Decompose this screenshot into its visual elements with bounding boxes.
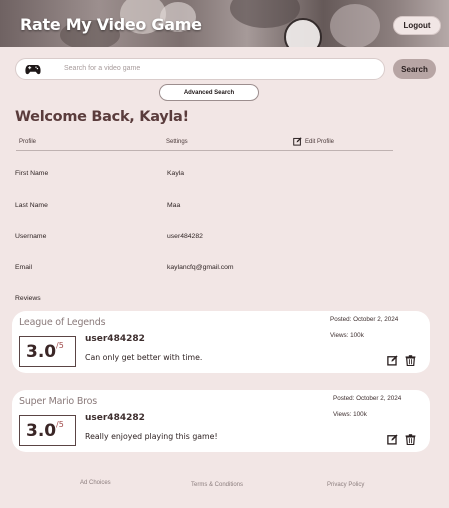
tab-profile[interactable]: Profile bbox=[19, 139, 36, 145]
logout-button[interactable]: Logout bbox=[393, 16, 441, 35]
score-value: 3.0 bbox=[26, 342, 57, 362]
gamepad-icon bbox=[25, 65, 41, 75]
score-box: 3.0 /5 bbox=[19, 415, 76, 446]
header-banner: Rate My Video Game Logout bbox=[0, 0, 449, 47]
soccer-ball-art bbox=[284, 18, 322, 47]
review-username: user484282 bbox=[85, 413, 145, 423]
trash-icon[interactable] bbox=[405, 434, 416, 445]
tabs-divider bbox=[16, 150, 393, 151]
footer-ad-choices-link[interactable]: Ad Choices bbox=[80, 480, 111, 486]
edit-profile-link[interactable]: Edit Profile bbox=[293, 137, 334, 146]
reviews-heading: Reviews bbox=[15, 295, 41, 302]
review-posted-date: Posted: October 2, 2024 bbox=[330, 316, 399, 323]
review-posted-date: Posted: October 2, 2024 bbox=[333, 395, 402, 402]
score-max: /5 bbox=[56, 420, 64, 429]
footer-terms-link[interactable]: Terms & Conditions bbox=[191, 482, 243, 488]
last-name-value: Maa bbox=[167, 202, 181, 209]
email-value: kaylancfq@gmail.com bbox=[167, 264, 234, 271]
trash-icon[interactable] bbox=[405, 355, 416, 366]
edit-icon[interactable] bbox=[387, 434, 398, 445]
username-label: Username bbox=[15, 233, 47, 240]
edit-icon[interactable] bbox=[387, 355, 398, 366]
edit-profile-label: Edit Profile bbox=[305, 138, 335, 145]
review-game-title[interactable]: Super Mario Bros bbox=[19, 396, 97, 407]
email-label: Email bbox=[15, 264, 32, 271]
review-views: Views: 100k bbox=[333, 411, 367, 418]
username-value: user484282 bbox=[167, 233, 203, 240]
banner-art bbox=[330, 4, 380, 47]
search-input[interactable]: Search for a video game bbox=[15, 58, 385, 80]
review-card: League of Legends 3.0 /5 user484282 Can … bbox=[12, 311, 430, 373]
advanced-search-button[interactable]: Advanced Search bbox=[159, 84, 259, 101]
review-card: Super Mario Bros 3.0 /5 user484282 Reall… bbox=[12, 390, 430, 452]
footer-privacy-link[interactable]: Privacy Policy bbox=[327, 482, 364, 488]
first-name-label: First Name bbox=[15, 170, 49, 177]
score-max: /5 bbox=[56, 341, 64, 350]
search-placeholder: Search for a video game bbox=[64, 65, 141, 72]
site-title[interactable]: Rate My Video Game bbox=[20, 15, 202, 34]
last-name-label: Last Name bbox=[15, 202, 48, 209]
review-text: Can only get better with time. bbox=[85, 353, 203, 362]
tab-settings[interactable]: Settings bbox=[166, 139, 188, 145]
review-views: Views: 100k bbox=[330, 332, 364, 339]
score-box: 3.0 /5 bbox=[19, 336, 76, 367]
review-game-title[interactable]: League of Legends bbox=[19, 317, 106, 328]
edit-icon bbox=[293, 137, 302, 146]
review-username: user484282 bbox=[85, 334, 145, 344]
score-value: 3.0 bbox=[26, 421, 57, 441]
page-title: Welcome Back, Kayla! bbox=[15, 109, 189, 125]
first-name-value: Kayla bbox=[167, 170, 185, 177]
review-text: Really enjoyed playing this game! bbox=[85, 432, 218, 441]
search-button[interactable]: Search bbox=[393, 59, 436, 79]
